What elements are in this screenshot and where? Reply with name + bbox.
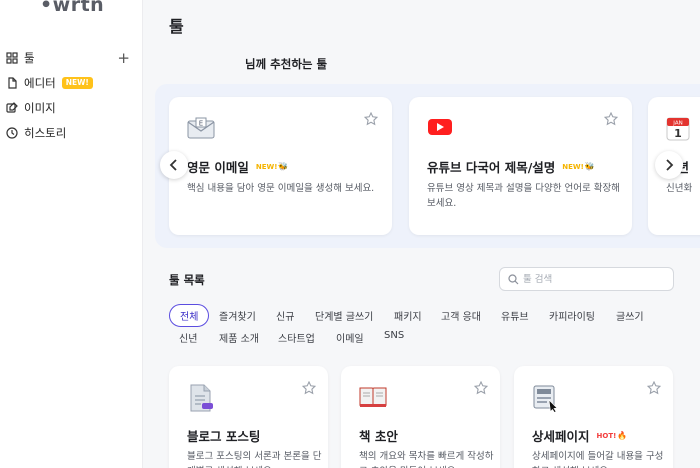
tool-card-blog-posting[interactable]: 블로그 포스팅 블로그 포스팅의 서론과 본론을 단계별로 생성해 보세요 [169,366,328,468]
wrtn-logo[interactable]: •wrtn [40,0,104,16]
recommend-card-english-email[interactable]: E 영문 이메일 NEW! 🐝 핵심 내용을 담아 영문 이메일을 생성해 보세요. [169,97,392,235]
card-description: 책의 개요와 목차를 빠르게 작성하고 초안을 만들어 보세요 [359,451,494,468]
filter-new-year[interactable]: 신년 [179,330,197,345]
page-title: 툴 [169,17,184,36]
star-icon[interactable] [603,111,619,130]
star-icon[interactable] [473,380,489,399]
grid-icon [6,52,18,64]
book-icon [359,384,387,412]
card-description: 블로그 포스팅의 서론과 본론을 단계별로 생성해 보세요 [187,451,322,468]
bee-icon: 🐝 [584,162,595,171]
tool-card-book-draft[interactable]: 책 초안 책의 개요와 목차를 빠르게 작성하고 초안을 만들어 보세요 [341,366,500,468]
card-title: 상세페이지 [532,429,590,444]
filter-favorites[interactable]: 즐겨찾기 [219,308,256,323]
card-title: 블로그 포스팅 [187,429,261,444]
hot-tag: HOT! [596,431,617,440]
filter-email[interactable]: 이메일 [336,330,364,345]
card-title: 영문 이메일 [187,160,249,175]
search-input[interactable] [523,273,663,285]
star-icon[interactable] [363,111,379,130]
detail-page-icon [532,384,560,416]
filter-new[interactable]: 신규 [276,308,294,323]
chevron-right-icon [666,159,674,171]
filter-product-intro[interactable]: 제품 소개 [219,330,259,345]
card-title: 책 초안 [359,429,398,444]
calendar-icon: JAN 1 [666,115,690,145]
calendar-month: JAN [672,121,682,127]
main-content: 툴 님께 추천하는 툴 E 영문 이메일 NEW! 🐝 핵심 내용을 담아 영문 이… [143,0,700,468]
sidebar-item-history[interactable]: 히스토리 [0,122,143,144]
new-tag: NEW! [255,162,278,171]
search-icon [508,273,519,285]
svg-text:E: E [199,120,203,128]
calendar-day: 1 [674,127,682,140]
filter-customer-service[interactable]: 고객 응대 [441,308,481,323]
filter-package[interactable]: 패키지 [394,308,422,323]
recommend-card-youtube-multilang[interactable]: 유튜브 다국어 제목/설명 NEW! 🐝 유튜브 영상 제목과 설명을 다양한 언어… [409,97,632,235]
sidebar-item-label: 이미지 [24,101,56,115]
sidebar-item-label: 에디터 [24,76,56,90]
youtube-icon [427,117,453,141]
sidebar: •wrtn 툴 + 에디터 NEW! 이미지 히스토리 [0,0,143,468]
sidebar-item-label: 툴 [24,51,35,65]
card-title: 유튜브 다국어 제목/설명 [427,160,556,175]
bee-icon: 🐝 [278,162,289,171]
filter-copywriting[interactable]: 카피라이팅 [549,308,595,323]
recommend-title: 님께 추천하는 툴 [245,57,328,71]
envelope-icon: E [187,117,215,143]
blog-doc-icon [187,384,215,416]
star-icon[interactable] [646,380,662,399]
carousel-next-button[interactable] [655,151,683,179]
filter-writing[interactable]: 글쓰기 [616,308,644,323]
new-tag: NEW! [562,162,584,171]
document-icon [6,77,18,89]
add-button[interactable]: + [117,50,130,66]
filter-youtube[interactable]: 유튜브 [501,308,529,323]
filter-step-writing[interactable]: 단계별 글쓰기 [315,308,373,323]
tool-search [499,267,674,291]
sidebar-item-editor[interactable]: 에디터 NEW! [0,72,143,94]
chevron-left-icon [169,159,177,171]
image-edit-icon [6,102,18,114]
fire-icon: 🔥 [617,431,628,440]
star-icon[interactable] [301,380,317,399]
card-description: 핵심 내용을 담아 영문 이메일을 생성해 보세요. [187,183,375,194]
card-description: 상세페이지에 들어갈 내용을 구성하고 생성해 보세요 [532,451,664,468]
filter-startup[interactable]: 스타트업 [278,330,315,345]
sidebar-item-label: 히스토리 [24,126,67,140]
card-description: 유튜브 영상 제목과 설명을 다양한 언어로 확장해보세요. [427,183,620,209]
sidebar-item-image[interactable]: 이미지 [0,97,143,119]
filter-sns[interactable]: SNS [384,330,404,341]
filter-all[interactable]: 전체 [169,304,210,327]
card-description: 신년화 [666,183,693,194]
carousel-prev-button[interactable] [160,151,188,179]
clock-icon [6,127,18,139]
new-badge: NEW! [61,77,93,89]
tool-list-title: 툴 목록 [169,273,205,287]
tool-card-detail-page[interactable]: 상세페이지 HOT!🔥 상세페이지에 들어갈 내용을 구성하고 생성해 보세요 [514,366,673,468]
